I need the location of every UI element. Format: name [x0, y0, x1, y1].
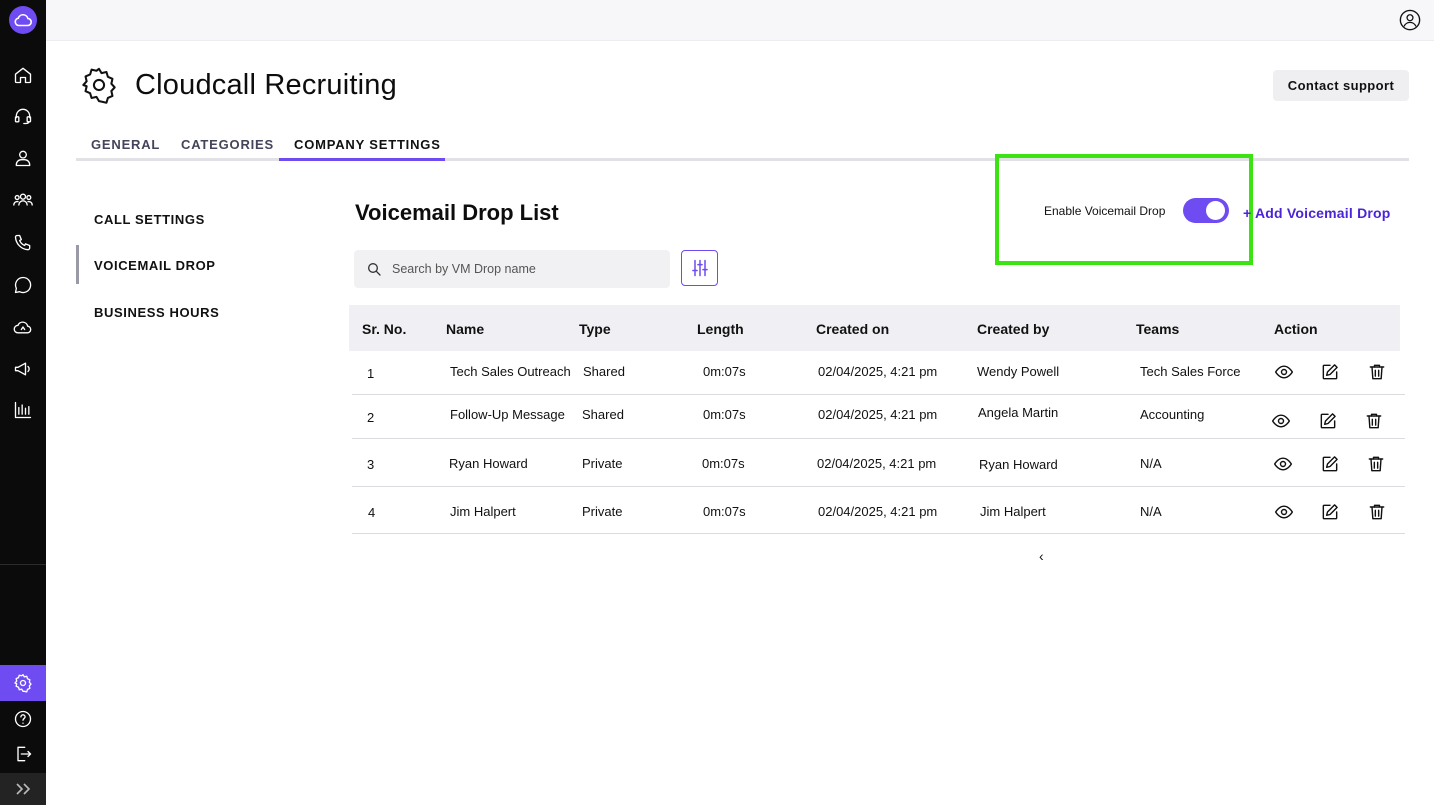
cell-created-on: 02/04/2025, 4:21 pm: [818, 364, 938, 379]
column-header-length: Length: [697, 321, 744, 337]
cell-sr-no: 4: [368, 505, 376, 520]
active-tab-indicator: [279, 158, 445, 161]
cell-name: Tech Sales Outreach: [450, 364, 571, 379]
column-header-type: Type: [579, 321, 611, 337]
users-group-icon[interactable]: [0, 183, 46, 217]
pagination-prev-button[interactable]: ‹: [1039, 548, 1044, 564]
cell-length: 0m:07s: [703, 407, 746, 422]
cell-teams: Accounting: [1140, 407, 1205, 422]
table-header: Sr. No. Name Type Length Created on Crea…: [349, 305, 1400, 351]
cloud-logo-icon[interactable]: [9, 6, 37, 34]
cell-name: Ryan Howard: [449, 456, 528, 471]
sliders-icon: [691, 259, 708, 277]
cell-type: Private: [582, 504, 623, 519]
edit-icon[interactable]: [1320, 502, 1340, 522]
side-item-business-hours[interactable]: BUSINESS HOURS: [94, 305, 219, 320]
view-icon[interactable]: [1274, 502, 1294, 522]
sidebar-divider: [0, 564, 46, 565]
cell-name: Follow-Up Message: [450, 407, 565, 422]
cell-length: 0m:07s: [703, 364, 746, 379]
edit-icon[interactable]: [1320, 454, 1340, 474]
edit-icon[interactable]: [1320, 362, 1340, 382]
headset-icon[interactable]: [0, 99, 46, 133]
view-icon[interactable]: [1271, 411, 1291, 431]
profile-icon[interactable]: [1399, 9, 1421, 31]
cell-teams: Tech Sales Force: [1140, 364, 1241, 379]
delete-icon[interactable]: [1366, 454, 1386, 474]
gear-icon[interactable]: [0, 665, 46, 701]
column-header-teams: Teams: [1136, 321, 1180, 337]
tab-company-settings[interactable]: COMPANY SETTINGS: [294, 137, 441, 152]
delete-icon[interactable]: [1367, 502, 1387, 522]
table-row: 1 Tech Sales Outreach Shared 0m:07s 02/0…: [352, 351, 1405, 395]
filter-button[interactable]: [681, 250, 718, 286]
edit-icon[interactable]: [1318, 411, 1338, 431]
search-box: [354, 250, 670, 288]
megaphone-icon[interactable]: [0, 352, 46, 386]
cell-created-by: Jim Halpert: [980, 504, 1046, 519]
settings-gear-icon: [82, 67, 116, 104]
cell-created-on: 02/04/2025, 4:21 pm: [818, 504, 938, 519]
bar-chart-icon[interactable]: [0, 393, 46, 427]
sidebar: [0, 0, 46, 805]
cell-length: 0m:07s: [703, 504, 746, 519]
cloud-sync-icon[interactable]: [0, 310, 46, 344]
cell-sr-no: 1: [367, 366, 375, 381]
cell-sr-no: 3: [367, 457, 375, 472]
top-bar: [46, 0, 1434, 41]
double-chevron-right-icon[interactable]: [0, 773, 46, 805]
view-icon[interactable]: [1273, 454, 1293, 474]
tab-general[interactable]: GENERAL: [91, 137, 160, 152]
home-icon[interactable]: [0, 58, 46, 92]
column-header-created-on: Created on: [816, 321, 890, 337]
cell-created-by: Wendy Powell: [977, 364, 1060, 379]
cell-name: Jim Halpert: [450, 504, 516, 519]
column-header-action: Action: [1274, 321, 1318, 337]
cell-created-on: 02/04/2025, 4:21 pm: [818, 407, 938, 422]
delete-icon[interactable]: [1367, 362, 1387, 382]
cell-type: Shared: [582, 407, 624, 422]
side-item-voicemail-drop[interactable]: VOICEMAIL DROP: [94, 258, 216, 273]
view-icon[interactable]: [1274, 362, 1294, 382]
search-icon: [368, 263, 381, 276]
active-side-item-indicator: [76, 245, 79, 284]
logout-icon[interactable]: [0, 737, 46, 771]
contact-support-button[interactable]: Contact support: [1273, 70, 1409, 101]
table-row: 4 Jim Halpert Private 0m:07s 02/04/2025,…: [352, 487, 1405, 534]
table-row: 2 Follow-Up Message Shared 0m:07s 02/04/…: [352, 395, 1405, 439]
table-row: 3 Ryan Howard Private 0m:07s 02/04/2025,…: [352, 439, 1405, 487]
column-header-name: Name: [446, 321, 485, 337]
cell-created-by: Ryan Howard: [979, 457, 1058, 472]
phone-icon[interactable]: [0, 226, 46, 260]
side-item-call-settings[interactable]: CALL SETTINGS: [94, 212, 205, 227]
enable-voicemail-toggle[interactable]: [1183, 198, 1229, 223]
add-voicemail-drop-link[interactable]: + Add Voicemail Drop: [1243, 205, 1391, 221]
delete-icon[interactable]: [1364, 411, 1384, 431]
cell-created-by: Angela Martin: [978, 405, 1059, 420]
cell-length: 0m:07s: [702, 456, 745, 471]
cell-sr-no: 2: [367, 410, 375, 425]
column-header-sr-no: Sr. No.: [362, 321, 407, 337]
page-title: Cloudcall Recruiting: [135, 68, 397, 101]
toggle-knob: [1206, 201, 1225, 220]
cell-type: Private: [582, 456, 623, 471]
column-header-created-by: Created by: [977, 321, 1050, 337]
list-title: Voicemail Drop List: [355, 200, 559, 225]
page-header: Cloudcall Recruiting: [80, 66, 397, 104]
help-icon[interactable]: [0, 702, 46, 736]
tab-categories[interactable]: CATEGORIES: [181, 137, 274, 152]
enable-voicemail-label: Enable Voicemail Drop: [1044, 204, 1166, 218]
search-input[interactable]: [392, 259, 662, 279]
cell-teams: N/A: [1140, 456, 1162, 471]
chat-icon[interactable]: [0, 268, 46, 302]
cell-teams: N/A: [1140, 504, 1162, 519]
user-icon[interactable]: [0, 141, 46, 175]
cell-type: Shared: [583, 364, 625, 379]
cell-created-on: 02/04/2025, 4:21 pm: [817, 456, 937, 471]
